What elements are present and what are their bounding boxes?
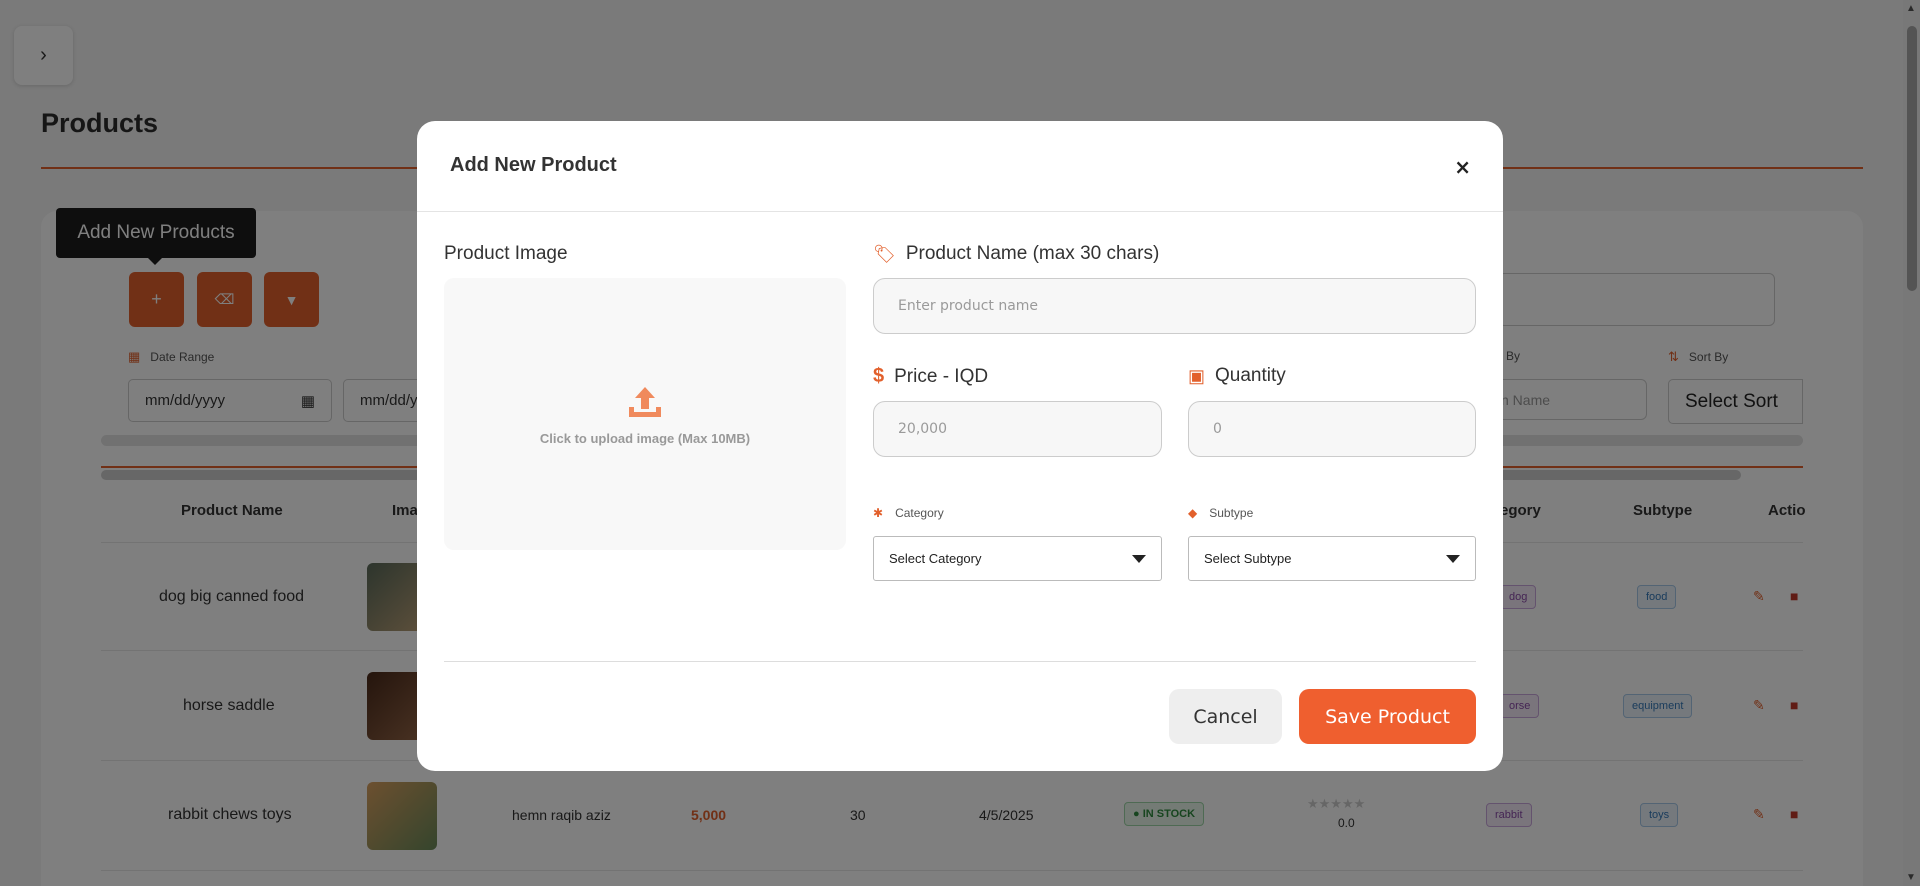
quantity-label: ▣ Quantity bbox=[1188, 365, 1286, 386]
caret-down-icon bbox=[1132, 554, 1146, 563]
quantity-input[interactable] bbox=[1188, 401, 1476, 457]
close-icon[interactable]: × bbox=[1454, 155, 1471, 179]
product-name-input[interactable] bbox=[873, 278, 1476, 334]
modal-footer-divider bbox=[444, 661, 1476, 662]
save-product-button[interactable]: Save Product bbox=[1299, 689, 1476, 744]
image-upload-area[interactable]: Click to upload image (Max 10MB) bbox=[444, 278, 846, 550]
price-input[interactable] bbox=[873, 401, 1162, 457]
product-image-label: Product Image bbox=[444, 243, 568, 264]
category-select[interactable]: Select Category bbox=[873, 536, 1162, 581]
tag-icon: 🏷︎ bbox=[873, 243, 896, 264]
subtype-select[interactable]: Select Subtype bbox=[1188, 536, 1476, 581]
category-label: ✱ Category bbox=[873, 506, 944, 520]
upload-hint: Click to upload image (Max 10MB) bbox=[539, 430, 751, 446]
modal-title: Add New Product bbox=[450, 154, 617, 176]
add-product-modal: Add New Product × Product Image Click to… bbox=[417, 121, 1503, 771]
dollar-icon: $ bbox=[873, 365, 885, 387]
price-label: $ Price - IQD bbox=[873, 365, 989, 387]
caret-down-icon bbox=[1446, 554, 1460, 563]
subtype-label: ◆ Subtype bbox=[1188, 506, 1254, 520]
tag-icon: ◆ bbox=[1188, 506, 1198, 520]
boxes-icon: ▣ bbox=[1188, 365, 1206, 386]
cancel-button[interactable]: Cancel bbox=[1169, 689, 1282, 744]
product-name-label: 🏷︎ Product Name (max 30 chars) bbox=[873, 243, 1160, 264]
modal-header: Add New Product × bbox=[417, 121, 1503, 212]
upload-icon bbox=[629, 386, 661, 417]
paw-icon: ✱ bbox=[873, 506, 884, 520]
